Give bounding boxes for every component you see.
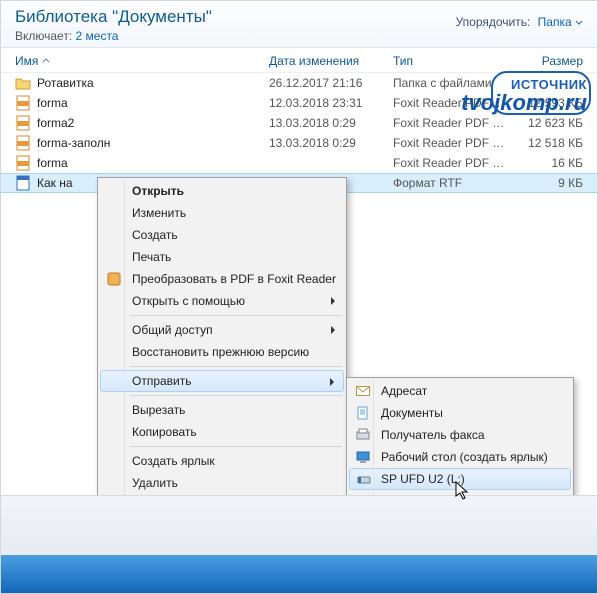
file-type: Формат RTF — [393, 176, 513, 190]
menu-separator — [130, 366, 342, 367]
file-type: Foxit Reader PDF … — [393, 96, 513, 110]
arrange-label: Упорядочить: — [456, 15, 531, 29]
file-name: forma — [37, 96, 269, 110]
file-row[interactable]: forma213.03.2018 0:29Foxit Reader PDF …1… — [1, 113, 597, 133]
file-name: forma2 — [37, 116, 269, 130]
usb-drive-icon — [356, 472, 372, 488]
foxit-icon — [106, 271, 122, 287]
includes-link[interactable]: 2 места — [76, 29, 119, 43]
file-name: forma-заполн — [37, 136, 269, 150]
menu-separator — [130, 315, 342, 316]
menu-send-to[interactable]: Отправить — [100, 370, 344, 392]
menu-create[interactable]: Создать — [100, 224, 344, 246]
column-size[interactable]: Размер — [513, 54, 583, 68]
includes-label: Включает: — [15, 29, 72, 43]
file-date: 12.03.2018 23:31 — [269, 96, 393, 110]
menu-separator — [130, 395, 342, 396]
documents-icon — [355, 405, 371, 421]
sort-asc-icon — [42, 57, 50, 65]
file-date: 13.03.2018 0:29 — [269, 136, 393, 150]
file-date: 26.12.2017 21:16 — [269, 76, 393, 90]
file-row[interactable]: forma12.03.2018 23:31Foxit Reader PDF …1… — [1, 93, 597, 113]
file-type: Foxit Reader PDF … — [393, 156, 513, 170]
file-size: 16 КБ — [513, 156, 583, 170]
menu-separator — [130, 446, 342, 447]
menu-open-with[interactable]: Открыть с помощью — [100, 290, 344, 312]
folder-icon — [15, 75, 31, 91]
chevron-down-icon — [575, 19, 583, 27]
file-size: 9 КБ — [513, 176, 583, 190]
file-date: 13.03.2018 0:29 — [269, 116, 393, 130]
submenu-arrow-icon — [330, 296, 336, 306]
menu-delete[interactable]: Удалить — [100, 472, 344, 494]
file-type: Foxit Reader PDF … — [393, 136, 513, 150]
file-type: Папка с файлами — [393, 76, 513, 90]
includes-row: Включает: 2 места — [15, 29, 583, 43]
arrange-value[interactable]: Папка — [538, 15, 583, 29]
file-name: forma — [37, 156, 269, 170]
file-row[interactable]: forma-заполн13.03.2018 0:29Foxit Reader … — [1, 133, 597, 153]
desktop-icon — [355, 449, 371, 465]
explorer-window: Библиотека "Документы" Включает: 2 места… — [1, 1, 597, 593]
mail-icon — [355, 383, 371, 399]
sendto-fax[interactable]: Получатель факса — [349, 424, 571, 446]
pdf-icon — [15, 95, 31, 111]
menu-open[interactable]: Открыть — [100, 180, 344, 202]
submenu-arrow-icon — [329, 377, 335, 387]
menu-restore[interactable]: Восстановить прежнюю версию — [100, 341, 344, 363]
file-type: Foxit Reader PDF … — [393, 116, 513, 130]
file-name: Ротавитка — [37, 76, 269, 90]
arrange-by: Упорядочить: Папка — [456, 15, 583, 29]
doc-icon — [15, 175, 31, 191]
menu-convert-pdf[interactable]: Преобразовать в PDF в Foxit Reader — [100, 268, 344, 290]
menu-create-shortcut[interactable]: Создать ярлык — [100, 450, 344, 472]
file-size: 12 593 КБ — [513, 96, 583, 110]
file-size: 12 623 КБ — [513, 116, 583, 130]
menu-sharing[interactable]: Общий доступ — [100, 319, 344, 341]
file-list: Ротавитка26.12.2017 21:16Папка с файлами… — [1, 73, 597, 193]
sendto-usb[interactable]: SP UFD U2 (L:) — [349, 468, 571, 490]
column-name[interactable]: Имя — [15, 54, 269, 68]
sendto-desktop[interactable]: Рабочий стол (создать ярлык) — [349, 446, 571, 468]
library-header: Библиотека "Документы" Включает: 2 места… — [1, 1, 597, 48]
pdf-icon — [15, 115, 31, 131]
menu-copy[interactable]: Копировать — [100, 421, 344, 443]
submenu-arrow-icon — [330, 325, 336, 335]
file-row[interactable]: Ротавитка26.12.2017 21:16Папка с файлами — [1, 73, 597, 93]
pdf-icon — [15, 155, 31, 171]
sendto-recipient[interactable]: Адресат — [349, 380, 571, 402]
column-type[interactable]: Тип — [393, 54, 513, 68]
menu-print[interactable]: Печать — [100, 246, 344, 268]
column-headers: Имя Дата изменения Тип Размер — [1, 48, 597, 73]
file-row[interactable]: forma Foxit Reader PDF …16 КБ — [1, 153, 597, 173]
details-pane — [1, 495, 597, 555]
file-size: 12 518 КБ — [513, 136, 583, 150]
fax-icon — [355, 427, 371, 443]
menu-edit[interactable]: Изменить — [100, 202, 344, 224]
sendto-documents[interactable]: Документы — [349, 402, 571, 424]
pdf-icon — [15, 135, 31, 151]
menu-cut[interactable]: Вырезать — [100, 399, 344, 421]
taskbar[interactable] — [1, 555, 597, 593]
column-date[interactable]: Дата изменения — [269, 54, 393, 68]
